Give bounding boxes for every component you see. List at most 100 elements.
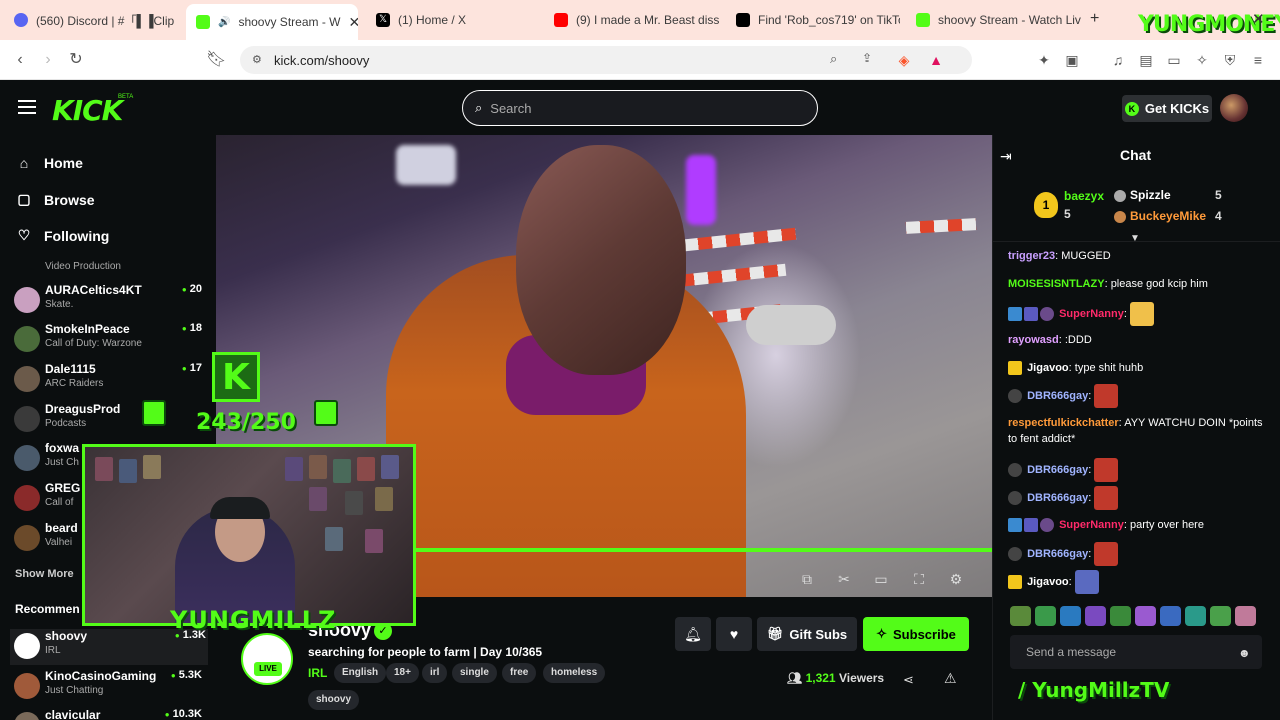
chat-username[interactable]: DBR666gay (1027, 390, 1088, 402)
sidebar-item-browse[interactable]: ▢ Browse (16, 191, 94, 208)
gift-subs-button[interactable]: 🎁︎ Gift Subs (757, 617, 857, 651)
menu-icon[interactable]: ≡ (1250, 52, 1266, 68)
subscribe-button[interactable]: ✧ Subscribe (863, 617, 969, 651)
emote-icon[interactable] (1110, 606, 1131, 626)
chat-username[interactable]: SuperNanny (1059, 519, 1124, 531)
emote-icon[interactable] (1210, 606, 1231, 626)
chat-username[interactable]: Jigavoo (1027, 576, 1069, 588)
sidebar-toggle-icon[interactable]: ▤ (1138, 52, 1154, 68)
browser-tab[interactable]: (9) I made a Mr. Beast diss (544, 6, 724, 34)
emote-icon[interactable] (1160, 606, 1181, 626)
vpn-icon[interactable]: ⛨ (1222, 52, 1238, 68)
close-tab-icon[interactable]: ✕ (348, 14, 358, 31)
chat-username[interactable]: trigger23 (1008, 250, 1055, 262)
emote-icon[interactable] (1235, 606, 1256, 626)
fullscreen-icon[interactable]: ⛶ (911, 571, 927, 587)
chat-message-input[interactable]: Send a message (1010, 635, 1262, 669)
chat-username[interactable]: DBR666gay (1027, 492, 1088, 504)
back-icon[interactable]: ‹ (10, 50, 30, 70)
browser-tab[interactable]: Find 'Rob_cos719' on TikTo (726, 6, 900, 34)
bookmark-icon[interactable]: 🔖︎ (206, 50, 226, 70)
new-tab-button[interactable]: + (1090, 10, 1099, 28)
browser-tab[interactable]: (560) Discord | #「▌▐Clip (4, 6, 182, 34)
user-avatar[interactable] (1220, 94, 1248, 122)
browser-tab[interactable]: shoovy Stream - Watch Liv (906, 6, 1082, 34)
chat-username[interactable]: rayowasd (1008, 334, 1059, 346)
browser-tab[interactable]: 𝕏 (1) Home / X (366, 6, 542, 34)
brave-shield-icon[interactable]: ◈ (896, 52, 912, 68)
brave-rewards-icon[interactable]: ▲ (928, 52, 944, 68)
theater-icon[interactable]: ▭ (873, 571, 889, 587)
report-icon[interactable]: ⚠ (944, 670, 957, 687)
expand-leaderboard-icon[interactable]: ▼ (1130, 233, 1140, 244)
pip-icon[interactable]: ⧉ (799, 571, 815, 587)
emote-icon[interactable] (1035, 606, 1056, 626)
kick-header: KICK BETA ⌕ Search K Get KICKs (0, 80, 1280, 135)
followed-channel[interactable]: SmokeInPeace Call of Duty: Warzone 18 (14, 322, 204, 358)
emote-icon[interactable] (1185, 606, 1206, 626)
leaderboard-user[interactable]: Spizzle (1130, 188, 1171, 202)
poster (325, 527, 343, 551)
leaderboard-user[interactable]: baezyx (1064, 189, 1104, 203)
stream-tag[interactable]: English (334, 663, 387, 683)
leaderboard-user[interactable]: BuckeyeMike (1130, 209, 1206, 223)
chat-username[interactable]: DBR666gay (1027, 464, 1088, 476)
reload-icon[interactable]: ↻ (66, 50, 86, 70)
leaderboard-count: 5 (1064, 207, 1071, 221)
stream-tag[interactable]: homeless (543, 663, 606, 683)
share-icon[interactable]: ⋖ (903, 672, 914, 688)
channel-name: KinoCasinoGaming (45, 669, 157, 683)
url-bar[interactable]: ⚙ kick.com/shoovy ⌕ ⇪ (240, 46, 972, 74)
recommended-channel[interactable]: KinoCasinoGaming Just Chatting 5.3K (14, 669, 204, 705)
wallet2-icon[interactable]: ▭ (1166, 52, 1182, 68)
emote-icon[interactable] (1010, 606, 1031, 626)
stream-tag[interactable]: 18+ (386, 663, 419, 683)
chat-text: :DDD (1064, 334, 1092, 346)
get-kicks-button[interactable]: K Get KICKs (1122, 95, 1212, 122)
recommended-channel[interactable]: clavicular 10.3K (14, 708, 204, 720)
chat-username[interactable]: SuperNanny (1059, 308, 1124, 320)
stream-tag[interactable]: single (452, 663, 497, 683)
emote-icon[interactable] (1085, 606, 1106, 626)
leo-icon[interactable]: ✧ (1194, 52, 1210, 68)
chat-message: MOISESISNTLAZY: please god kcip him (1008, 278, 1208, 290)
media-icon[interactable]: ♫ (1110, 52, 1126, 68)
share-icon[interactable]: ⇪ (862, 51, 872, 65)
zoom-icon[interactable]: ⌕ (830, 51, 837, 67)
recommended-channel[interactable]: shoovy IRL 1.3K (10, 629, 208, 665)
collapse-chat-icon[interactable]: ⇥ (1000, 148, 1012, 165)
kick-logo[interactable]: KICK (52, 94, 123, 127)
site-settings-icon[interactable]: ⚙ (252, 53, 262, 66)
followed-channel[interactable]: Dale1115 ARC Raiders 17 (14, 362, 204, 398)
notification-bell-button[interactable]: 🔔︎ (675, 617, 711, 651)
forward-icon[interactable]: › (38, 50, 58, 70)
follow-button[interactable]: ♥ (716, 617, 752, 651)
close-window-icon[interactable]: ✕ (1252, 10, 1265, 28)
sidebar-item-home[interactable]: ⌂ Home (16, 155, 83, 171)
wallet-icon[interactable]: ▣ (1064, 52, 1080, 68)
chat-username[interactable]: Jigavoo (1027, 362, 1069, 374)
emote-icon (1094, 384, 1119, 408)
show-more-link[interactable]: Show More (15, 568, 74, 580)
followed-channel[interactable]: DreagusProd Podcasts (14, 402, 204, 438)
hamburger-menu-icon[interactable] (18, 100, 36, 114)
search-input[interactable]: ⌕ Search (462, 90, 818, 126)
settings-icon[interactable]: ⚙ (948, 571, 964, 587)
sidebar-item-following[interactable]: ♡ Following (16, 227, 110, 244)
stream-tag[interactable]: free (502, 663, 537, 683)
clip-icon[interactable]: ✂ (836, 571, 852, 587)
streamer-head (516, 145, 686, 375)
stream-tag[interactable]: shoovy (308, 690, 360, 710)
chat-username[interactable]: respectfulkickchatter (1008, 417, 1119, 429)
followed-channel[interactable]: AURACeltics4KT Skate. 20 (14, 283, 204, 319)
stream-category[interactable]: IRL (308, 666, 327, 680)
streamer-avatar[interactable] (241, 633, 293, 685)
chat-username[interactable]: MOISESISNTLAZY (1008, 278, 1105, 290)
chat-username[interactable]: DBR666gay (1027, 548, 1088, 560)
browser-tab-active[interactable]: 🔊 shoovy Stream - W ✕ (186, 4, 358, 40)
extensions-icon[interactable]: ✦ (1036, 52, 1052, 68)
emoji-picker-icon[interactable]: ☻ (1238, 646, 1251, 660)
stream-tag[interactable]: irl (422, 663, 448, 683)
emote-icon[interactable] (1135, 606, 1156, 626)
emote-icon[interactable] (1060, 606, 1081, 626)
